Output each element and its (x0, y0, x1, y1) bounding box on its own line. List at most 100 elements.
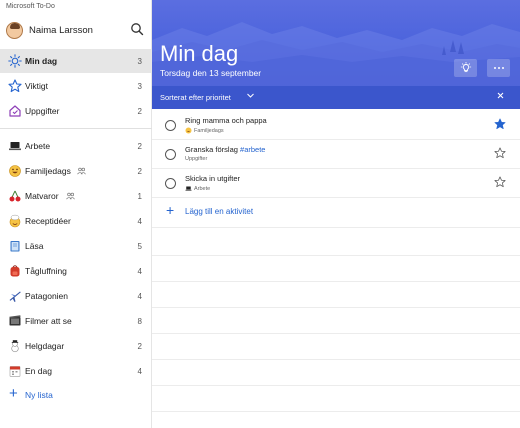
sidebar-item-label: Patagonien (25, 291, 69, 301)
star-icon[interactable] (494, 147, 506, 159)
sidebar-item-count: 3 (137, 56, 142, 66)
empty-row-line (152, 307, 520, 308)
task-hashtag: #arbete (240, 145, 266, 154)
sidebar-item-filmer-att-se[interactable]: Filmer att se 8 (0, 309, 152, 333)
more-options-button[interactable] (487, 59, 510, 77)
sidebar-item-count: 2 (137, 141, 142, 151)
close-icon[interactable] (496, 91, 505, 100)
sidebar-item-tagluffning[interactable]: Tågluffning 4 (0, 259, 152, 283)
app-title: Microsoft To-Do (6, 3, 55, 10)
empty-row-line (152, 255, 520, 256)
sidebar-item-count: 1 (137, 191, 142, 201)
sidebar-item-label: Läsa (25, 241, 44, 251)
sidebar-item-count: 4 (137, 366, 142, 376)
page-date: Torsdag den 13 september (160, 68, 262, 78)
task-checkbox[interactable] (165, 120, 176, 131)
shared-people-icon (77, 167, 86, 175)
new-list-label: Ny lista (25, 390, 53, 400)
sidebar-divider (0, 128, 152, 129)
shared-people-icon (66, 192, 75, 200)
sidebar-item-en-dag[interactable]: En dag 4 (0, 359, 152, 383)
empty-row-line (152, 281, 520, 282)
sidebar-item-label: Filmer att se (25, 316, 72, 326)
sun-icon (8, 54, 22, 68)
sidebar: Microsoft To-Do Naima Larsson Min dag 3 … (0, 0, 152, 428)
sidebar-item-label: Tågluffning (25, 266, 67, 276)
sidebar-item-label: En dag (25, 366, 52, 376)
airplane-icon (9, 291, 21, 302)
add-task-label: Lägg till en aktivitet (185, 207, 254, 216)
sidebar-item-label: Arbete (25, 141, 51, 151)
sidebar-item-count: 8 (137, 316, 142, 326)
sidebar-item-receptideer[interactable]: Receptidéer 4 (0, 209, 152, 233)
task-checkbox[interactable] (165, 178, 176, 189)
star-filled-icon[interactable] (494, 118, 506, 130)
smiley-icon (185, 127, 192, 134)
sidebar-item-min-dag[interactable]: Min dag 3 (0, 49, 152, 73)
chevron-down-icon[interactable] (246, 91, 255, 100)
sidebar-item-label: Helgdagar (25, 341, 65, 351)
main-panel: Min dag Torsdag den 13 september Sortera… (152, 0, 520, 428)
backpack-icon (10, 265, 20, 277)
empty-row-line (152, 333, 520, 334)
sidebar-item-familjedags[interactable]: Familjedags 2 (0, 159, 152, 183)
sidebar-item-lasa[interactable]: Läsa 5 (0, 234, 152, 258)
page-title: Min dag (160, 41, 239, 66)
plus-icon: + (9, 385, 18, 402)
task-checkbox[interactable] (165, 149, 176, 160)
sidebar-item-label: Min dag (25, 56, 58, 66)
task-list-name: Uppgifter (185, 156, 208, 162)
sidebar-item-count: 4 (137, 216, 142, 226)
task-row[interactable]: Skicka in utgifter Arbete (152, 169, 520, 198)
sidebar-item-count: 2 (137, 106, 142, 116)
task-meta: Arbete (185, 185, 210, 192)
home-icon (9, 105, 21, 117)
add-task-button[interactable]: + Lägg till en aktivitet (152, 198, 520, 228)
sort-label: Sorterat efter prioritet (160, 93, 231, 102)
search-icon[interactable] (130, 22, 144, 36)
book-icon (10, 241, 20, 252)
star-icon[interactable] (494, 176, 506, 188)
sort-bar: Sorterat efter prioritet (152, 86, 520, 109)
sidebar-item-count: 4 (137, 291, 142, 301)
sidebar-item-label: Matvaror (25, 191, 59, 201)
task-meta: Familjedags (185, 127, 224, 134)
sidebar-item-patagonien[interactable]: Patagonien 4 (0, 284, 152, 308)
new-list-button[interactable]: + Ny lista (0, 384, 152, 406)
task-row[interactable]: Ring mamma och pappa Familjedags (152, 111, 520, 140)
film-icon (9, 315, 21, 326)
task-title: Skicka in utgifter (185, 174, 241, 183)
task-row[interactable]: Granska förslag #arbete Uppgifter (152, 140, 520, 169)
snowman-icon (11, 340, 19, 353)
profile-name: Naima Larsson (29, 24, 93, 36)
sidebar-item-arbete[interactable]: Arbete 2 (0, 134, 152, 158)
task-list-name: Arbete (194, 185, 211, 192)
chef-icon (9, 214, 21, 228)
sidebar-item-count: 2 (137, 341, 142, 351)
sidebar-item-label: Uppgifter (25, 106, 60, 116)
suggestions-button[interactable] (454, 59, 477, 77)
more-icon (493, 67, 504, 69)
cherry-icon (9, 190, 21, 202)
lightbulb-icon (460, 62, 471, 73)
empty-row-line (152, 385, 520, 386)
empty-row-line (152, 359, 520, 360)
sidebar-item-uppgifter[interactable]: Uppgifter 2 (0, 99, 152, 123)
profile[interactable]: Naima Larsson (6, 20, 146, 40)
task-list-name: Familjedags (194, 127, 224, 134)
laptop-icon (9, 142, 21, 151)
sidebar-item-helgdagar[interactable]: Helgdagar 2 (0, 334, 152, 358)
sidebar-item-matvaror[interactable]: Matvaror 1 (0, 184, 152, 208)
avatar[interactable] (6, 21, 23, 39)
laptop-icon (185, 186, 192, 191)
task-title: Granska förslag #arbete (185, 145, 266, 154)
sidebar-item-label: Viktigt (25, 81, 48, 91)
task-meta: Uppgifter (185, 156, 207, 162)
smiley-icon (9, 165, 21, 177)
sidebar-item-label: Familjedags (25, 166, 71, 176)
sidebar-item-count: 3 (137, 81, 142, 91)
header-banner: Min dag Torsdag den 13 september (152, 0, 520, 86)
plus-icon: + (166, 202, 175, 218)
sidebar-item-viktigt[interactable]: Viktigt 3 (0, 74, 152, 98)
sidebar-item-label: Receptidéer (25, 216, 71, 226)
